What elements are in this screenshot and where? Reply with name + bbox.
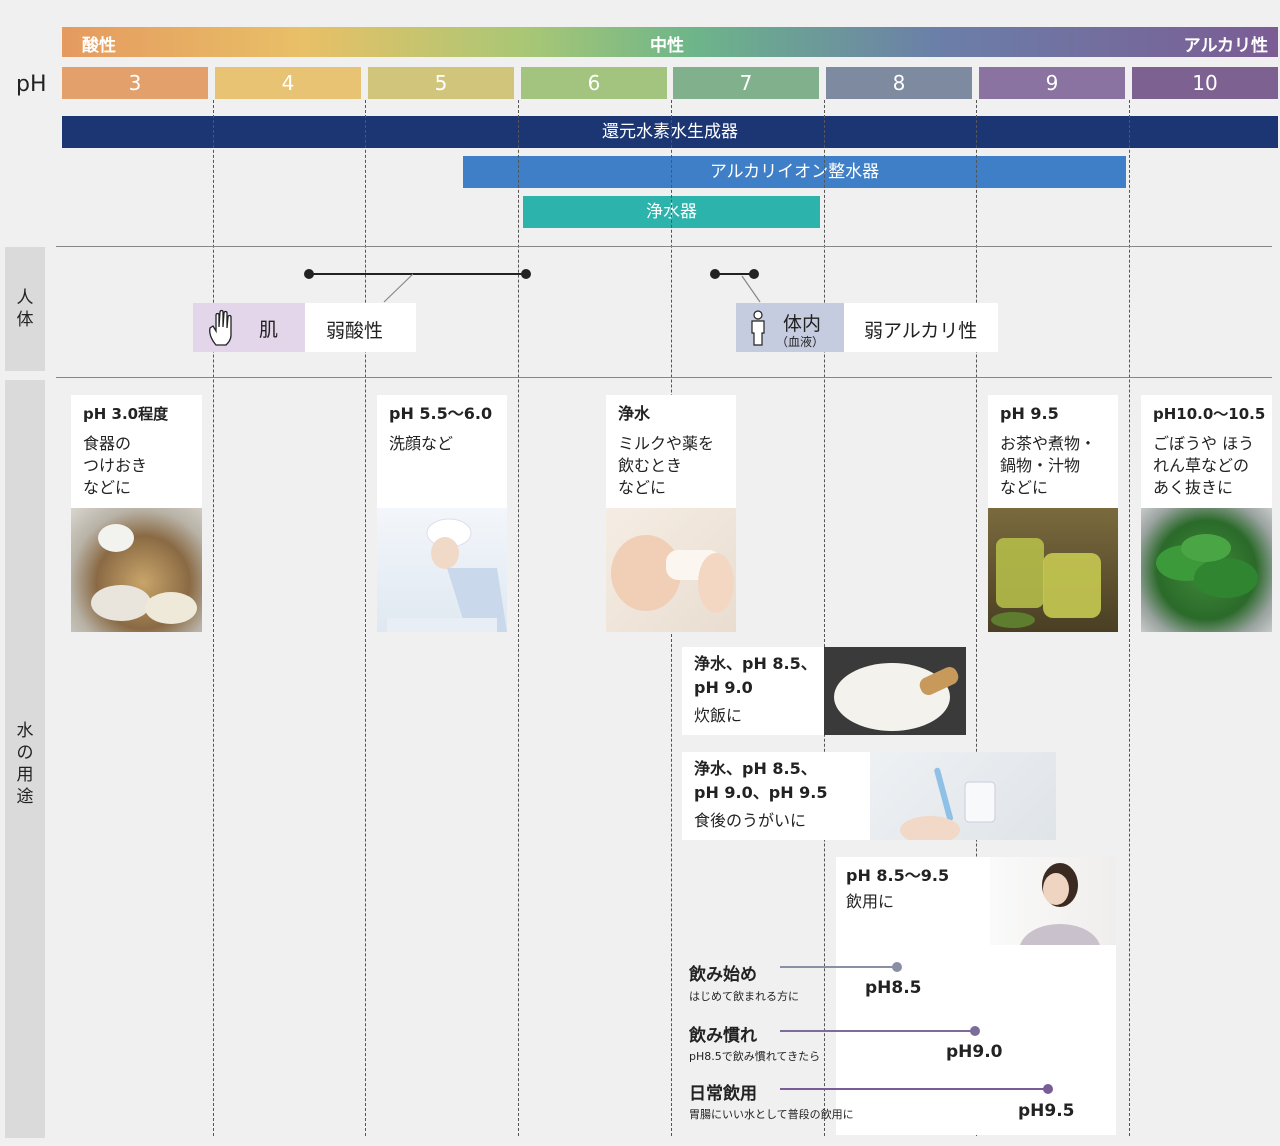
drinking-step-lines (780, 962, 1053, 1094)
